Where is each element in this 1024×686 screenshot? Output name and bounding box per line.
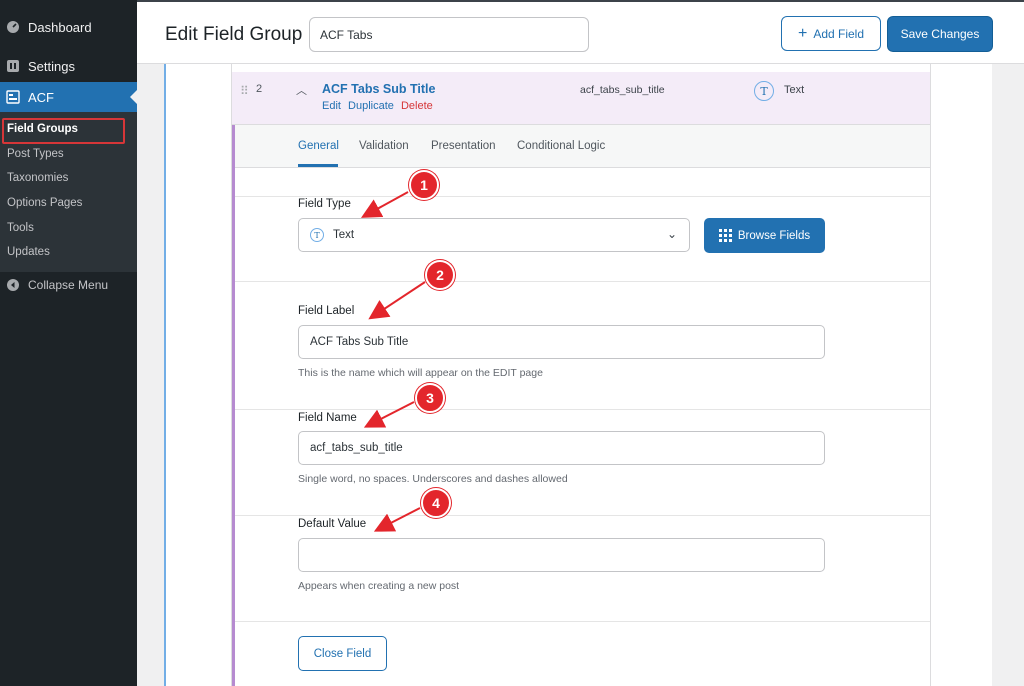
divider	[235, 196, 930, 197]
grid-icon	[718, 229, 732, 242]
field-type-label: Field Type	[298, 198, 351, 210]
admin-sidebar: Dashboard Settings ACF Field Groups Post…	[0, 0, 137, 686]
submenu-post-types[interactable]: Post Types	[7, 148, 64, 160]
collapse-menu[interactable]: Collapse Menu	[0, 276, 137, 294]
field-row[interactable]: ⠿ 2 ︿ ACF Tabs Sub Title Edit Duplicate …	[232, 72, 930, 125]
field-order: 2	[256, 83, 263, 95]
field-type-selected: Text	[333, 229, 355, 241]
collapse-icon	[6, 278, 20, 292]
page-header: Edit Field Group + Add Field Save Change…	[137, 0, 1024, 64]
divider	[235, 409, 930, 410]
tab-conditional-logic[interactable]: Conditional Logic	[517, 140, 605, 152]
browse-fields-label: Browse Fields	[737, 229, 811, 242]
field-label-help: This is the name which will appear on th…	[298, 367, 543, 379]
close-field-button[interactable]: Close Field	[298, 636, 387, 671]
field-type-value: Text	[784, 84, 805, 96]
menu-settings-label: Settings	[28, 58, 75, 74]
annotation-badge-1: 1	[409, 170, 439, 200]
divider	[235, 281, 930, 282]
field-group-title-input[interactable]	[309, 17, 589, 52]
duplicate-link[interactable]: Duplicate	[348, 100, 394, 112]
tab-presentation[interactable]: Presentation	[431, 140, 496, 152]
field-label-label: Field Label	[298, 305, 355, 317]
browse-fields-button[interactable]: Browse Fields	[704, 218, 825, 253]
tab-general[interactable]: General	[298, 140, 339, 152]
divider	[235, 621, 930, 622]
menu-acf-label: ACF	[28, 89, 54, 105]
field-type-select[interactable]: T Text ⌄	[298, 218, 690, 252]
active-tab-indicator	[298, 164, 338, 167]
settings-icon	[6, 59, 20, 73]
field-name-label: Field Name	[298, 412, 357, 424]
submenu-updates[interactable]: Updates	[7, 246, 50, 258]
annotation-badge-2: 2	[425, 260, 455, 290]
submenu-taxonomies[interactable]: Taxonomies	[7, 172, 68, 184]
field-row-actions: Edit Duplicate Delete	[322, 100, 437, 112]
menu-dashboard[interactable]: Dashboard	[0, 14, 137, 40]
field-name-value: acf_tabs_sub_title	[580, 84, 665, 96]
collapse-menu-label: Collapse Menu	[28, 278, 109, 292]
add-field-button[interactable]: + Add Field	[781, 16, 881, 51]
save-changes-button[interactable]: Save Changes	[887, 16, 993, 52]
submenu-options-pages[interactable]: Options Pages	[7, 197, 82, 209]
plus-icon: +	[797, 24, 808, 42]
chevron-up-icon[interactable]: ︿	[296, 82, 307, 98]
acf-icon	[6, 90, 20, 104]
divider	[235, 515, 930, 516]
dashboard-icon	[6, 20, 20, 34]
field-settings: General Validation Presentation Conditio…	[232, 125, 930, 686]
default-value-input[interactable]	[298, 538, 825, 572]
text-type-icon: T	[310, 228, 324, 242]
delete-link[interactable]: Delete	[401, 100, 433, 112]
default-value-help: Appears when creating a new post	[298, 580, 460, 592]
page-title: Edit Field Group	[165, 24, 303, 45]
field-label-input[interactable]: ACF Tabs Sub Title	[298, 325, 825, 359]
field-name-help: Single word, no spaces. Underscores and …	[298, 473, 568, 485]
drag-handle-icon[interactable]: ⠿	[240, 84, 249, 98]
field-name-input[interactable]: acf_tabs_sub_title	[298, 431, 825, 465]
menu-settings[interactable]: Settings	[0, 53, 137, 79]
add-field-label: Add Field	[813, 26, 865, 41]
settings-tabs: General Validation Presentation Conditio…	[235, 125, 930, 168]
annotation-badge-4: 4	[421, 488, 451, 518]
chevron-down-icon: ⌄	[666, 227, 677, 241]
edit-link[interactable]: Edit	[322, 100, 341, 112]
text-type-icon: T	[754, 81, 774, 101]
submenu-tools[interactable]: Tools	[7, 222, 34, 234]
menu-acf[interactable]: ACF	[0, 82, 137, 112]
annotation-badge-3: 3	[415, 383, 445, 413]
menu-dashboard-label: Dashboard	[28, 19, 92, 35]
field-groups-highlight	[2, 118, 125, 144]
field-title-link[interactable]: ACF Tabs Sub Title	[322, 82, 435, 96]
default-value-label: Default Value	[298, 518, 367, 530]
tab-validation[interactable]: Validation	[359, 140, 409, 152]
